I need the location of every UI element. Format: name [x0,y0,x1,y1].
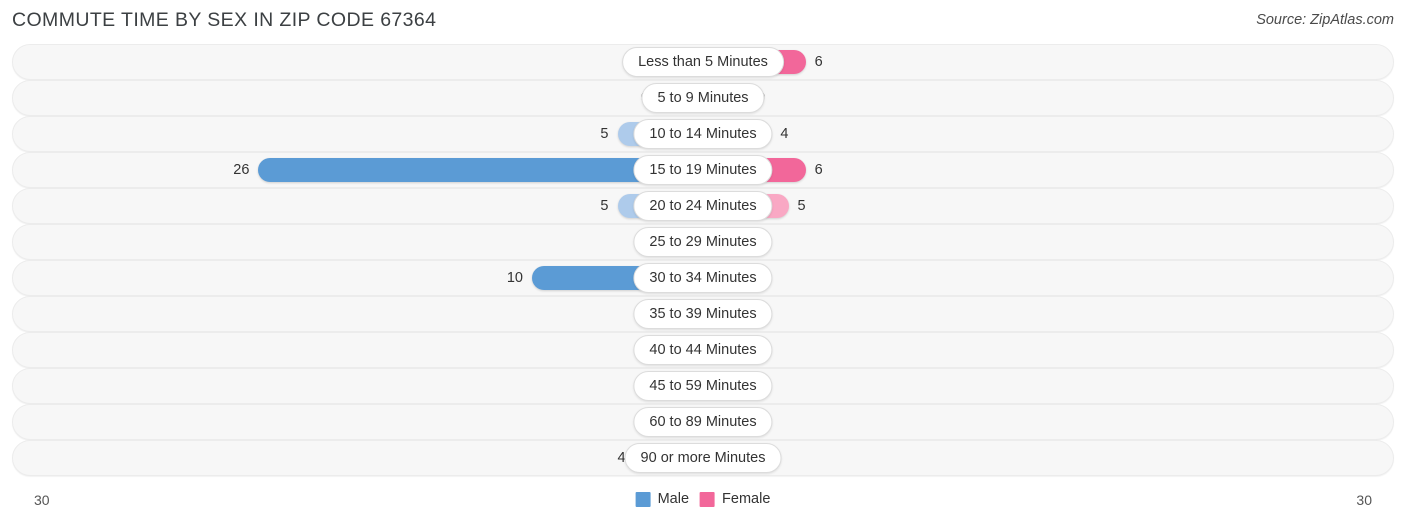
value-label-male: 5 [600,126,609,142]
legend-item[interactable]: Male [635,491,690,507]
category-label: 40 to 44 Minutes [633,335,773,365]
legend-item[interactable]: Female [700,491,770,507]
category-label: 15 to 19 Minutes [633,155,773,185]
bar-pair: 0060 to 89 Minutes [13,405,1393,439]
bar-pair: 005 to 9 Minutes [13,81,1393,115]
legend-label: Male [657,491,690,507]
table-row: 5 5 20 to 24 Minutes [12,188,1394,224]
source-attribution: Source: ZipAtlas.com [1256,12,1394,28]
table-row: 0035 to 39 Minutes [12,296,1394,332]
chart-footer: 30 30 Male Female [0,486,1406,522]
table-row: 5 4 10 to 14 Minutes [12,116,1394,152]
category-label: 5 to 9 Minutes [641,83,765,113]
bar-pair: 1025 to 29 Minutes [13,225,1393,259]
chart-legend: Male Female [635,491,770,507]
axis-label-right: 30 [1356,492,1372,508]
page-title: COMMUTE TIME BY SEX IN ZIP CODE 67364 [12,9,437,31]
bar-row-list: 06Less than 5 Minutes005 to 9 Minutes541… [0,44,1406,476]
commute-time-chart: COMMUTE TIME BY SEX IN ZIP CODE 67364 So… [0,0,1406,522]
bar-pair: 5 5 20 to 24 Minutes [13,189,1393,223]
value-label-male: 5 [600,198,609,214]
bar-pair: 0045 to 59 Minutes [13,369,1393,403]
value-label-female: 6 [814,162,823,178]
legend-swatch-icon [700,491,716,507]
category-label: 10 to 14 Minutes [633,119,773,149]
value-label-male: 10 [506,270,523,286]
bar-pair: 4090 or more Minutes [13,441,1393,475]
table-row: 1040 to 44 Minutes [12,332,1394,368]
legend-swatch-icon [635,491,651,507]
value-label-female: 5 [797,198,806,214]
table-row: 0060 to 89 Minutes [12,404,1394,440]
bar-pair: 10030 to 34 Minutes [13,261,1393,295]
bar-pair: 06Less than 5 Minutes [13,45,1393,79]
value-label-female: 4 [780,126,789,142]
category-label: Less than 5 Minutes [622,47,784,77]
category-label: 30 to 34 Minutes [633,263,773,293]
table-row: 0045 to 59 Minutes [12,368,1394,404]
value-label-female: 6 [814,54,823,70]
table-row: 4090 or more Minutes [12,440,1394,476]
category-label: 45 to 59 Minutes [633,371,773,401]
value-label-male: 26 [233,162,250,178]
plot-area: 06Less than 5 Minutes005 to 9 Minutes541… [0,44,1406,478]
axis-label-left: 30 [34,492,50,508]
bar-pair: 5 4 10 to 14 Minutes [13,117,1393,151]
legend-label: Female [722,491,771,507]
table-row: 1025 to 29 Minutes [12,224,1394,260]
category-label: 35 to 39 Minutes [633,299,773,329]
table-row: 26 6 15 to 19 Minutes [12,152,1394,188]
table-row: 10030 to 34 Minutes [12,260,1394,296]
category-label: 60 to 89 Minutes [633,407,773,437]
table-row: 06Less than 5 Minutes [12,44,1394,80]
category-label: 25 to 29 Minutes [633,227,773,257]
table-row: 005 to 9 Minutes [12,80,1394,116]
chart-header: COMMUTE TIME BY SEX IN ZIP CODE 67364 So… [0,0,1406,44]
category-label: 90 or more Minutes [624,443,782,473]
bar-pair: 26 6 15 to 19 Minutes [13,153,1393,187]
category-label: 20 to 24 Minutes [633,191,773,221]
bar-pair: 0035 to 39 Minutes [13,297,1393,331]
bar-pair: 1040 to 44 Minutes [13,333,1393,367]
